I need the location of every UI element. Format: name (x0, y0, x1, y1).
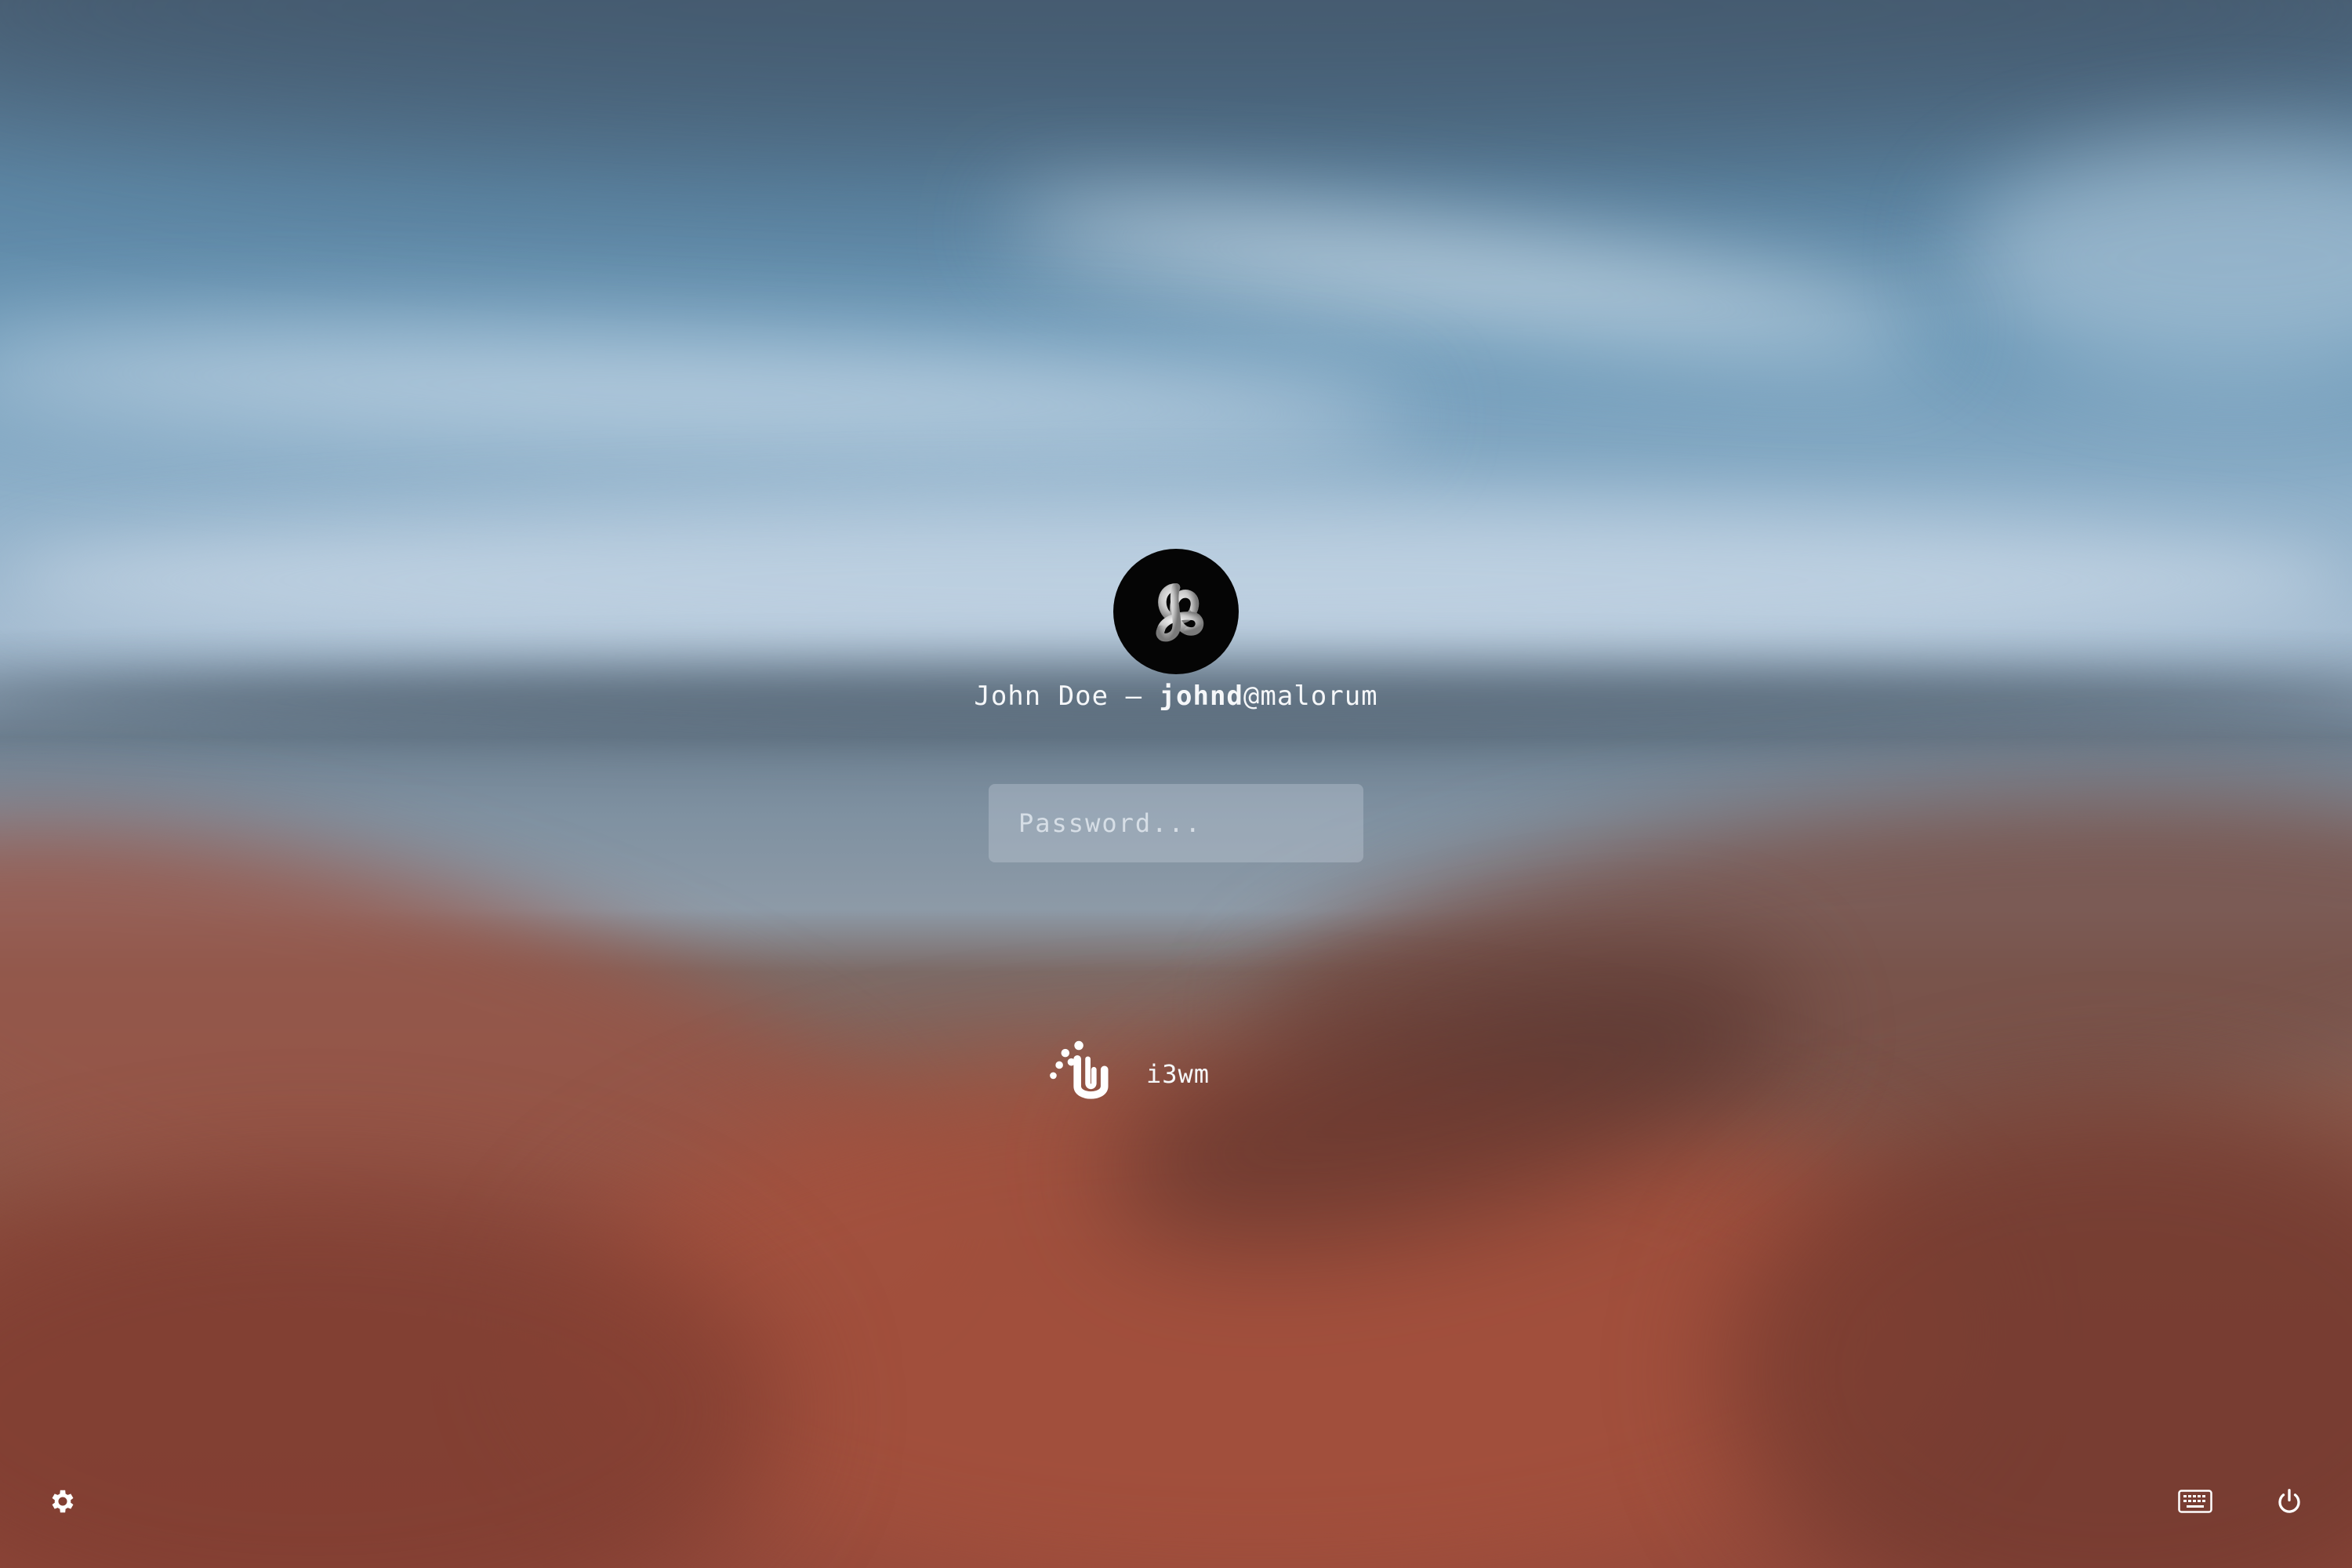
user-avatar[interactable] (1113, 549, 1239, 674)
user-identity: John Doe — johnd@malorum (0, 681, 2352, 712)
settings-button[interactable] (39, 1478, 86, 1525)
session-selector[interactable]: i3wm (1043, 1035, 1210, 1113)
user-username: johnd (1159, 681, 1243, 712)
gear-icon (52, 1490, 74, 1513)
password-input[interactable] (989, 784, 1363, 862)
user-full-name: John Doe (974, 681, 1109, 712)
login-screen: John Doe — johnd@malorum i3wm (0, 0, 2352, 1568)
user-hostname: @malorum (1243, 681, 1378, 712)
power-icon (2278, 1489, 2300, 1513)
keyboard-layout-button[interactable] (2172, 1478, 2219, 1525)
session-label: i3wm (1146, 1059, 1210, 1089)
trefoil-knot-icon (1156, 583, 1204, 642)
i3-logo-icon (1050, 1040, 1109, 1099)
power-button[interactable] (2266, 1478, 2313, 1525)
user-separator: — (1109, 681, 1160, 712)
keyboard-icon (2178, 1490, 2212, 1513)
